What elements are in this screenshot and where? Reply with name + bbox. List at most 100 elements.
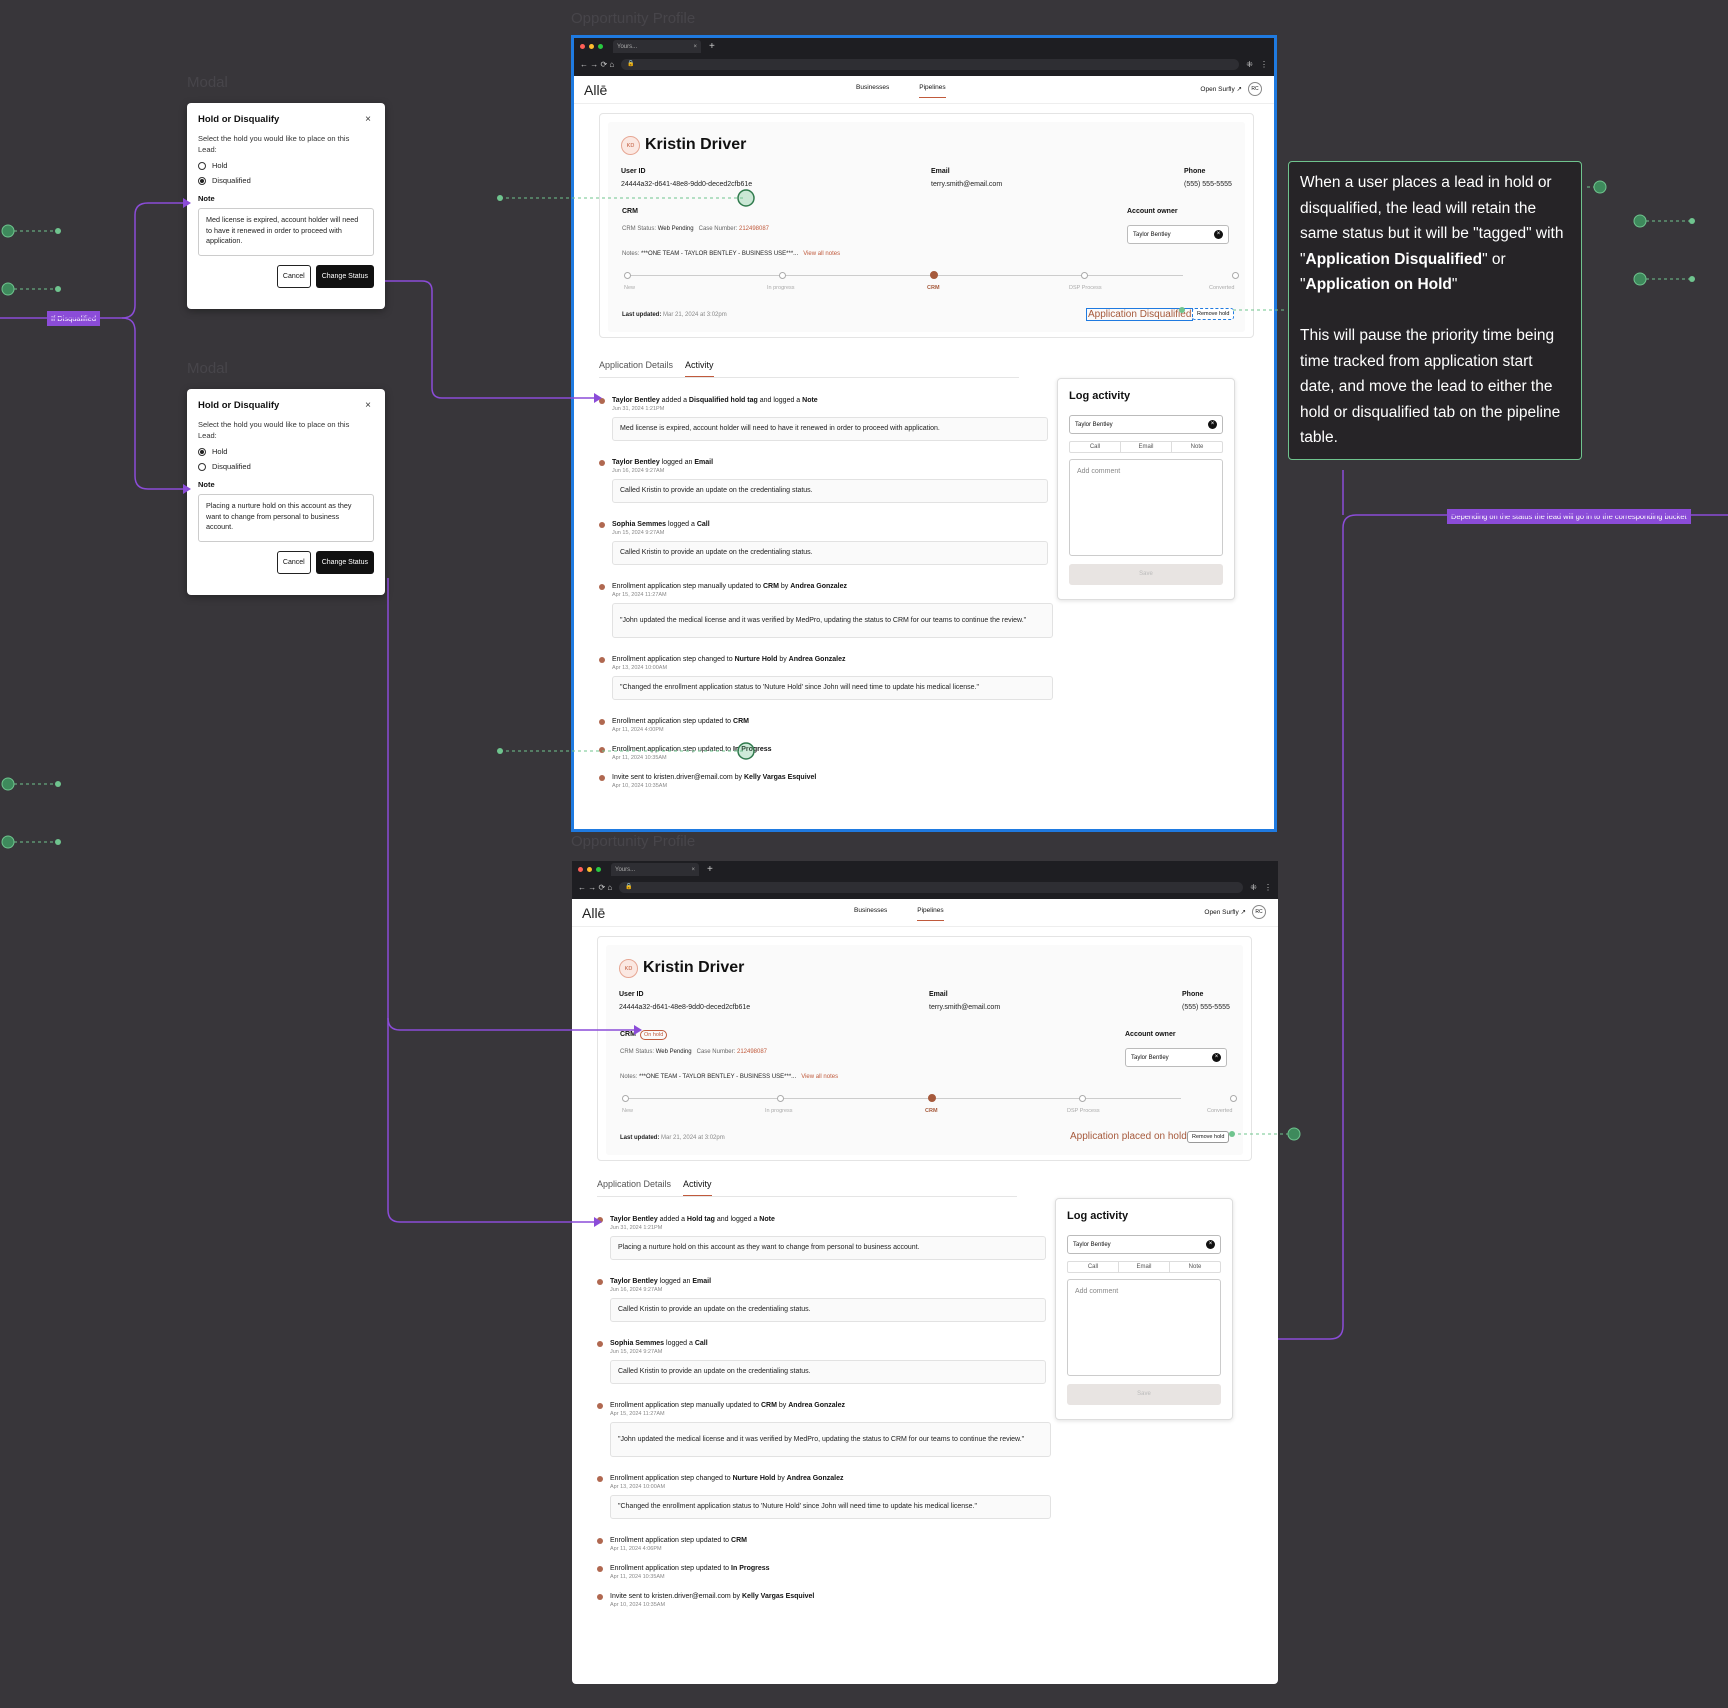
log-tab-call[interactable]: Call (1068, 1262, 1119, 1272)
change-status-button[interactable]: Change Status (315, 551, 374, 574)
activity-text: Enrollment application step updated to C… (612, 718, 749, 725)
address-bar[interactable]: 🔒 (621, 59, 1240, 70)
activity-note: Called Kristin to provide an update on t… (612, 479, 1048, 503)
connector-end-icon (497, 748, 503, 754)
radio-disqualified[interactable]: Disqualified (198, 462, 374, 471)
extension-icon[interactable]: ⁜ (1246, 60, 1253, 69)
profile-name: Kristin Driver (645, 136, 747, 153)
tab-close-icon[interactable]: × (691, 867, 695, 873)
radio-disqualified[interactable]: Disqualified (198, 176, 374, 185)
app-header: Allē Businesses Pipelines Open Surfly ↗ … (574, 76, 1274, 104)
radio-selected-icon[interactable] (198, 447, 206, 456)
view-all-notes-link[interactable]: View all notes (801, 1074, 838, 1080)
clear-icon[interactable]: × (1214, 230, 1223, 239)
log-tab-note[interactable]: Note (1170, 1262, 1220, 1272)
remove-hold-button[interactable]: Remove hold (1192, 308, 1235, 320)
close-window-icon[interactable] (580, 44, 585, 49)
log-user-select[interactable]: Taylor Bentley × (1069, 415, 1223, 434)
step-dot-dsp (1079, 1095, 1086, 1102)
clear-icon[interactable]: × (1208, 420, 1217, 429)
frame-label-profile-2: Opportunity Profile (571, 833, 696, 850)
activity-text: Enrollment application step manually upd… (610, 1402, 846, 1409)
email-label: Email (929, 991, 948, 998)
browser-menu-icon[interactable]: ⋮ (1264, 883, 1272, 892)
radio-icon[interactable] (198, 161, 206, 170)
app-logo[interactable]: Allē (582, 905, 605, 921)
nav-businesses[interactable]: Businesses (854, 907, 887, 921)
cancel-button[interactable]: Cancel (276, 265, 311, 288)
activity-date: Jun 16, 2024 9:27AM (610, 1287, 663, 1293)
comment-input[interactable]: Add comment (1067, 1279, 1221, 1376)
open-surfly-link[interactable]: Open Surfly ↗ (1204, 908, 1246, 916)
activity-text: Taylor Bentley logged an Email (610, 1278, 712, 1285)
activity-date: Apr 11, 2024 4:06PM (610, 1546, 662, 1552)
save-button[interactable]: Save (1069, 564, 1223, 585)
modal-description: Select the hold you would like to place … (198, 420, 350, 440)
activity-text: Taylor Bentley added a Hold tag and logg… (610, 1216, 775, 1223)
user-avatar[interactable]: RC (1252, 905, 1266, 919)
maximize-window-icon[interactable] (596, 867, 601, 872)
log-tab-call[interactable]: Call (1070, 442, 1121, 452)
new-tab-icon[interactable]: + (709, 41, 715, 52)
tab-close-icon[interactable]: × (693, 44, 697, 50)
radio-hold[interactable]: Hold (198, 161, 374, 170)
log-user-select[interactable]: Taylor Bentley × (1067, 1235, 1221, 1254)
activity-text: Taylor Bentley added a Disqualified hold… (612, 397, 818, 404)
activity-text: Sophia Semmes logged a Call (610, 1340, 708, 1347)
user-id-label: User ID (621, 168, 646, 175)
nav-arrows-icon[interactable]: ← → ⟳ ⌂ (580, 60, 614, 69)
extension-icon[interactable]: ⁜ (1250, 883, 1257, 892)
tab-divider (597, 1196, 1017, 1197)
activity-date: Apr 13, 2024 10:00AM (612, 665, 668, 671)
tab-activity[interactable]: Activity (685, 360, 714, 377)
cancel-button[interactable]: Cancel (276, 551, 311, 574)
radio-selected-icon[interactable] (198, 176, 206, 185)
maximize-window-icon[interactable] (598, 44, 603, 49)
radio-icon[interactable] (198, 462, 206, 471)
flow-line (121, 317, 183, 490)
log-tab-email[interactable]: Email (1121, 442, 1172, 452)
nav-pipelines[interactable]: Pipelines (917, 907, 944, 921)
minimize-window-icon[interactable] (587, 867, 592, 872)
nav-businesses[interactable]: Businesses (856, 84, 889, 98)
tab-application-details[interactable]: Application Details (599, 360, 673, 377)
note-textarea[interactable]: Med license is expired, account holder w… (198, 208, 374, 256)
activity-text: Enrollment application step manually upd… (612, 583, 848, 590)
radio-hold[interactable]: Hold (198, 447, 374, 456)
remove-hold-button[interactable]: Remove hold (1187, 1131, 1230, 1143)
activity-date: Jun 16, 2024 9:27AM (612, 468, 665, 474)
log-tab-email[interactable]: Email (1119, 1262, 1170, 1272)
comment-input[interactable]: Add comment (1069, 459, 1223, 556)
save-button[interactable]: Save (1067, 1384, 1221, 1405)
nav-pipelines[interactable]: Pipelines (919, 84, 946, 98)
phone-value: (555) 555-5555 (1182, 1004, 1230, 1011)
view-all-notes-link[interactable]: View all notes (803, 251, 840, 257)
app-logo[interactable]: Allē (584, 82, 607, 98)
user-avatar[interactable]: RC (1248, 82, 1262, 96)
change-status-button[interactable]: Change Status (315, 265, 374, 288)
step-label: DSP Process (1069, 285, 1102, 291)
nav-arrows-icon[interactable]: ← → ⟳ ⌂ (578, 883, 612, 892)
log-tab-note[interactable]: Note (1172, 442, 1222, 452)
minimize-window-icon[interactable] (589, 44, 594, 49)
close-window-icon[interactable] (578, 867, 583, 872)
account-owner-select[interactable]: Taylor Bentley × (1127, 225, 1229, 244)
activity-note: "John updated the medical license and it… (612, 603, 1053, 638)
note-textarea[interactable]: Placing a nurture hold on this account a… (198, 494, 374, 542)
clear-icon[interactable]: × (1212, 1053, 1221, 1062)
browser-tab[interactable]: Yours... × (613, 40, 701, 53)
activity-text: Enrollment application step changed to N… (612, 656, 846, 663)
close-icon[interactable]: × (365, 114, 371, 125)
clear-icon[interactable]: × (1206, 1240, 1215, 1249)
address-bar[interactable]: 🔒 (619, 882, 1244, 893)
open-surfly-link[interactable]: Open Surfly ↗ (1200, 85, 1242, 93)
tab-activity[interactable]: Activity (683, 1179, 712, 1196)
browser-tab[interactable]: Yours... × (611, 863, 699, 876)
connector-end-icon (55, 286, 61, 292)
new-tab-icon[interactable]: + (707, 864, 713, 875)
tab-application-details[interactable]: Application Details (597, 1179, 671, 1196)
close-icon[interactable]: × (365, 400, 371, 411)
account-owner-select[interactable]: Taylor Bentley × (1125, 1048, 1227, 1067)
browser-menu-icon[interactable]: ⋮ (1260, 60, 1268, 69)
connector-node-icon (1287, 1127, 1301, 1141)
